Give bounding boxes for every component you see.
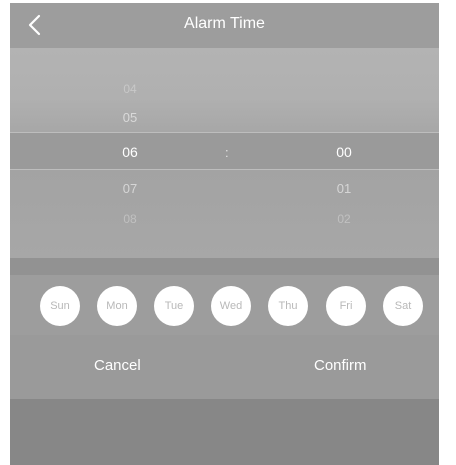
minute-option[interactable]: 02 [314, 212, 374, 226]
minute-option[interactable]: 01 [314, 181, 374, 196]
time-picker[interactable]: 04 05 06 07 08 : 00 01 02 [10, 48, 439, 258]
cancel-button[interactable]: Cancel [94, 357, 141, 374]
hour-option[interactable]: 04 [100, 82, 160, 96]
hour-option[interactable]: 05 [100, 110, 160, 125]
day-fri-toggle[interactable]: Fri [326, 286, 366, 326]
day-sat-toggle[interactable]: Sat [383, 286, 423, 326]
day-tue-toggle[interactable]: Tue [154, 286, 194, 326]
days-divider [10, 258, 439, 275]
page-title: Alarm Time [184, 15, 265, 32]
picker-upper-band [10, 48, 439, 132]
minute-selected[interactable]: 00 [314, 144, 374, 160]
header-bar: Alarm Time [10, 3, 439, 48]
day-wed-toggle[interactable]: Wed [211, 286, 251, 326]
hour-selected[interactable]: 06 [100, 144, 160, 160]
day-sun-toggle[interactable]: Sun [40, 286, 80, 326]
repeat-days: Sun Mon Tue Wed Thu Fri Sat [10, 275, 439, 335]
day-mon-toggle[interactable]: Mon [97, 286, 137, 326]
action-bar: Cancel Confirm [10, 335, 439, 399]
confirm-button[interactable]: Confirm [314, 357, 367, 374]
picker-lower-band [10, 170, 439, 258]
dimmed-background [10, 399, 439, 465]
alarm-time-screen: Alarm Time 04 05 06 07 08 : 00 01 02 Sun… [10, 3, 439, 465]
day-thu-toggle[interactable]: Thu [268, 286, 308, 326]
time-separator: : [225, 145, 229, 160]
hour-option[interactable]: 08 [100, 212, 160, 226]
hour-option[interactable]: 07 [100, 181, 160, 196]
